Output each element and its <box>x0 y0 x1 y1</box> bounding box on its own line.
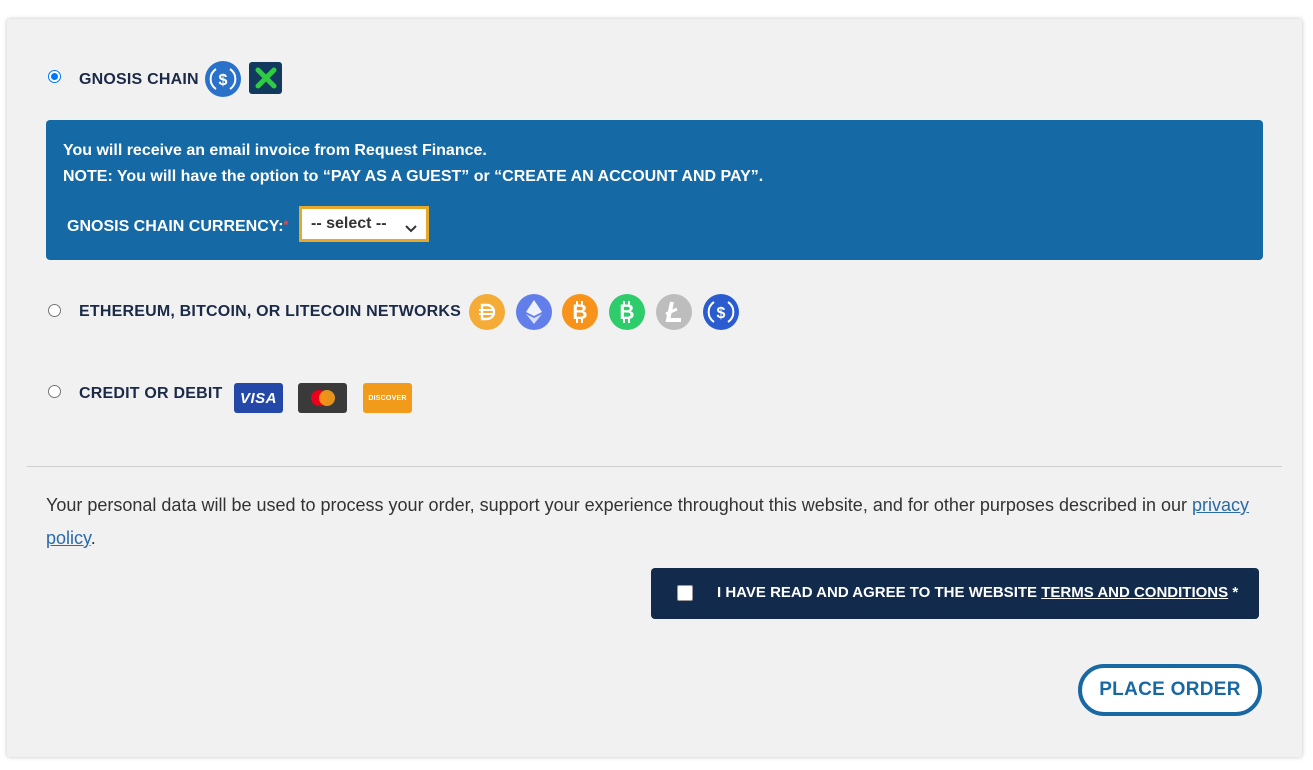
currency-label-text: GNOSIS CHAIN CURRENCY: <box>67 218 284 235</box>
place-order-button[interactable]: PLACE ORDER <box>1078 664 1262 716</box>
bitcoin-cash-icon: B <box>609 294 645 330</box>
terms-link[interactable]: TERMS AND CONDITIONS <box>1041 584 1228 601</box>
usdc-icon: $ <box>205 61 241 97</box>
ethereum-icon <box>516 294 552 330</box>
privacy-end: . <box>90 528 96 548</box>
gnosis-chain-label[interactable]: GNOSIS CHAIN <box>79 71 199 89</box>
bitcoin-icon: B <box>562 294 598 330</box>
credit-debit-label[interactable]: CREDIT OR DEBIT <box>79 385 222 403</box>
terms-checkbox[interactable] <box>677 585 693 601</box>
mastercard-icon <box>298 383 347 413</box>
payment-panel: GNOSIS CHAIN $ You will receive an email… <box>7 19 1302 757</box>
terms-text: I HAVE READ AND AGREE TO THE WEBSITE <box>717 584 1042 601</box>
chevron-down-icon <box>405 220 417 238</box>
privacy-text: Your personal data will be used to proce… <box>46 495 1193 515</box>
discover-text: DISCOVER <box>368 394 407 402</box>
svg-text:$: $ <box>219 72 228 89</box>
usdc-icon: $ <box>703 294 739 330</box>
dai-icon <box>469 294 505 330</box>
visa-icon: VISA <box>234 383 283 413</box>
xdai-icon <box>249 62 282 94</box>
currency-label: GNOSIS CHAIN CURRENCY:* <box>67 218 288 236</box>
litecoin-icon <box>656 294 692 330</box>
discover-icon: DISCOVER <box>363 383 412 413</box>
svg-text:$: $ <box>717 305 726 322</box>
info-line-invoice: You will receive an email invoice from R… <box>63 142 487 159</box>
terms-bar: I HAVE READ AND AGREE TO THE WEBSITE TER… <box>651 568 1259 619</box>
gnosis-info-box: You will receive an email invoice from R… <box>46 120 1263 260</box>
info-line-note: NOTE: You will have the option to “PAY A… <box>63 168 764 185</box>
currency-select[interactable]: -- select -- <box>299 206 429 242</box>
currency-select-value: -- select -- <box>311 215 387 232</box>
section-divider <box>27 466 1282 467</box>
visa-text: VISA <box>239 389 277 407</box>
svg-text:B: B <box>572 301 587 324</box>
gnosis-chain-radio[interactable] <box>48 70 61 83</box>
required-mark: * <box>283 218 289 232</box>
crypto-networks-label[interactable]: ETHEREUM, BITCOIN, OR LITECOIN NETWORKS <box>79 303 461 321</box>
privacy-notice: Your personal data will be used to proce… <box>46 489 1276 555</box>
credit-debit-radio[interactable] <box>48 385 61 398</box>
terms-required: * <box>1228 584 1239 601</box>
crypto-networks-radio[interactable] <box>48 304 61 317</box>
terms-label: I HAVE READ AND AGREE TO THE WEBSITE TER… <box>717 584 1238 601</box>
svg-text:B: B <box>619 301 634 324</box>
